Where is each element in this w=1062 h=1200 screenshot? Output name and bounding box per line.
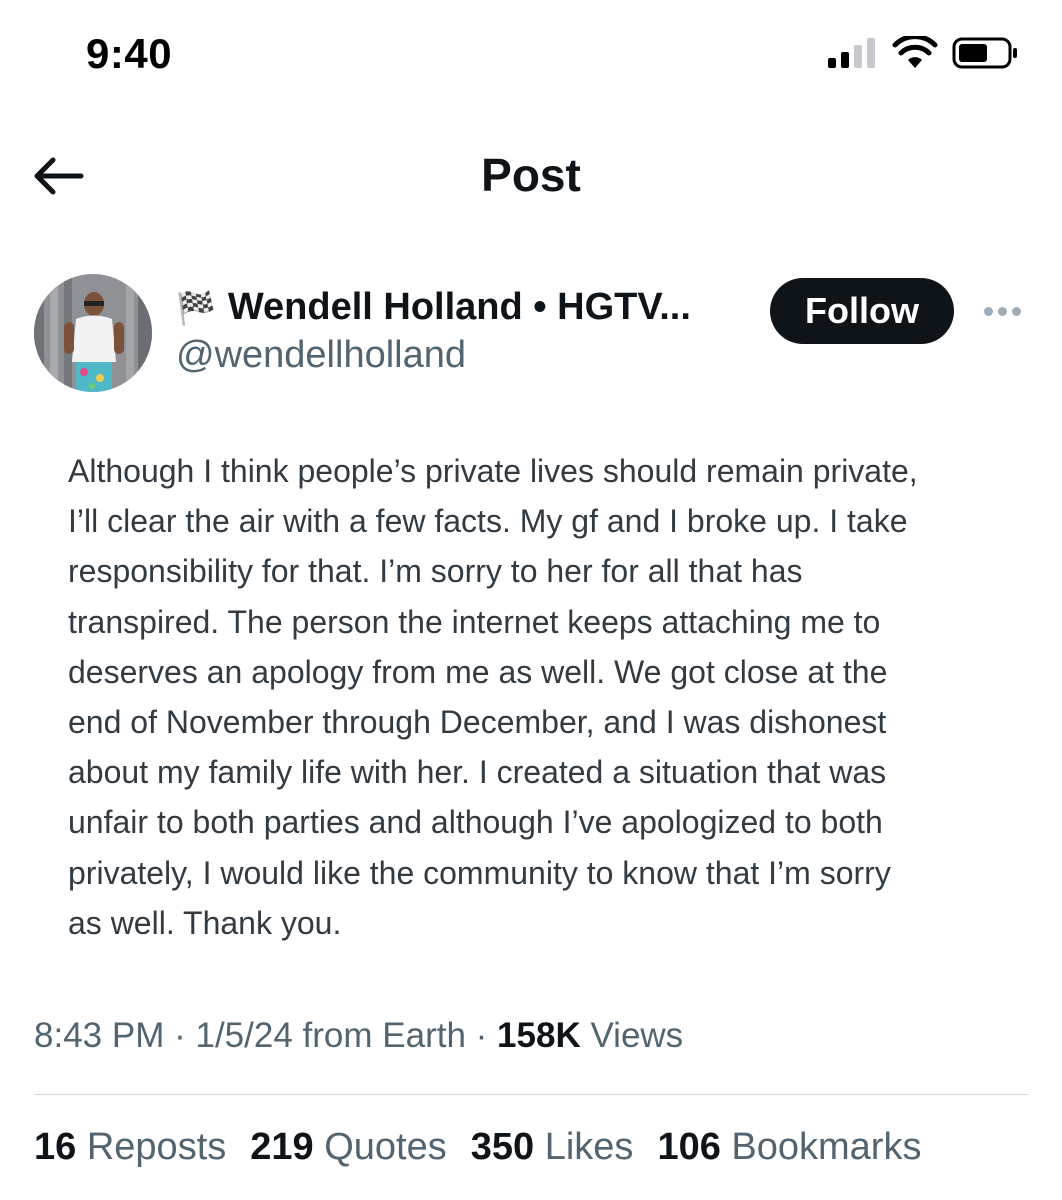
battery-icon (952, 36, 1020, 75)
display-name-line[interactable]: 🏁 Wendell Holland • HGTV... (176, 286, 736, 329)
status-time: 9:40 (86, 30, 173, 77)
post-text-line: I’ll clear the air with a few facts. My … (68, 503, 908, 540)
bookmarks-count: 106 (657, 1126, 721, 1168)
post-text-line: transpired. The person the internet keep… (68, 603, 881, 640)
post-meta: 8:43 PM · 1/5/24 from Earth · 158K Views (34, 1016, 683, 1056)
page-title: Post (481, 149, 581, 201)
quotes-count: 219 (250, 1126, 314, 1168)
views-count[interactable]: 158K (497, 1016, 581, 1055)
views-label[interactable]: Views (590, 1016, 683, 1055)
status-bar: 9:40 (0, 0, 1062, 110)
post-text-line: deserves an apology from me as well. We … (68, 653, 888, 690)
post-text-line: as well. Thank you. (68, 904, 342, 941)
display-name: Wendell Holland • HGTV... (227, 286, 691, 328)
avatar[interactable] (34, 274, 152, 392)
post-text-line: end of November through December, and I … (68, 704, 887, 741)
post-text-line: responsibility for that. I’m sorry to he… (68, 553, 803, 590)
cellular-signal-icon (828, 36, 878, 75)
post-text-line: about my family life with her. I created… (68, 754, 887, 791)
bookmarks-stat[interactable]: 106 Bookmarks (657, 1126, 921, 1169)
likes-count: 350 (470, 1126, 535, 1168)
post-source: from Earth (302, 1016, 466, 1055)
meta-separator: · (174, 1016, 186, 1055)
post-body: Although I think people’s private lives … (68, 446, 1028, 948)
reposts-stat[interactable]: 16 Reposts (34, 1126, 226, 1169)
bookmarks-label: Bookmarks (731, 1126, 922, 1168)
more-options-button[interactable] (978, 298, 1026, 324)
user-handle[interactable]: @wendellholland (176, 334, 466, 377)
post-time[interactable]: 8:43 PM (34, 1016, 164, 1055)
post-author: 🏁 Wendell Holland • HGTV... @wendellholl… (0, 270, 1062, 400)
post-stats: 16 Reposts 219 Quotes 350 Likes 106 Book… (34, 1126, 921, 1169)
quotes-label: Quotes (324, 1126, 447, 1168)
post-date[interactable]: 1/5/24 (195, 1016, 292, 1055)
reposts-count: 16 (34, 1126, 77, 1168)
ellipsis-icon (983, 306, 1021, 316)
divider (34, 1094, 1028, 1095)
post-text-line: unfair to both parties and although I’ve… (68, 804, 883, 841)
post-text-line: privately, I would like the community to… (68, 854, 891, 891)
wifi-icon (892, 34, 938, 75)
checkered-flag-icon: 🏁 (176, 289, 216, 326)
nav-bar: Post (0, 130, 1062, 226)
likes-label: Likes (544, 1126, 634, 1168)
post-text-line: Although I think people’s private lives … (68, 453, 918, 489)
status-icons (828, 34, 1020, 75)
meta-separator: · (475, 1016, 488, 1055)
quotes-stat[interactable]: 219 Quotes (250, 1126, 447, 1169)
reposts-label: Reposts (86, 1126, 227, 1168)
follow-button[interactable]: Follow (770, 278, 954, 344)
likes-stat[interactable]: 350 Likes (471, 1126, 634, 1169)
